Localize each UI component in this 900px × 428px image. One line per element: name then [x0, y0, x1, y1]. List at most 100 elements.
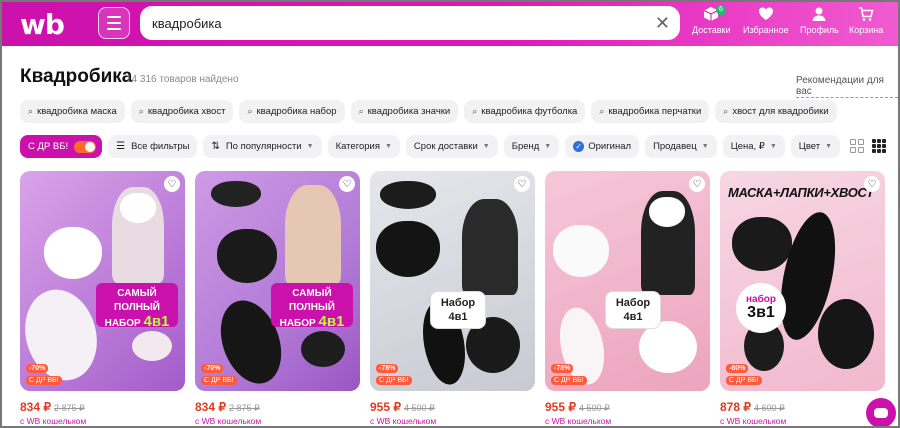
price-row: 834 ₽2 875 ₽ с WB кошельком 834 ₽2 875 ₽ с…	[20, 400, 885, 426]
product-card[interactable]: ♡ САМЫЙ ПОЛНЫЙ НАБОР 4в1 -70% С ДР ВБ!	[20, 171, 185, 391]
promo-badge: С ДР ВБ!	[376, 376, 412, 385]
product-card[interactable]: ♡ САМЫЙ ПОЛНЫЙ НАБОР 4в1 -70% С ДР ВБ!	[195, 171, 360, 391]
suggestion-chip[interactable]: ⌕ квадробика значки	[350, 100, 459, 123]
old-price: 2 875 ₽	[54, 403, 85, 413]
delivery-filter[interactable]: Срок доставки ▼	[405, 135, 498, 158]
wallet-note: с WB кошельком	[20, 416, 87, 426]
search-icon: ⌕	[723, 106, 729, 116]
product-card[interactable]: МАСКА+ЛАПКИ+ХВОСТ ♡ набор 3в1 -80% С ДР …	[720, 171, 885, 391]
promo-toggle[interactable]: С ДР ВБ!	[20, 135, 103, 158]
wallet-note: с WB кошельком	[545, 416, 612, 426]
logo[interactable]: wb	[20, 8, 65, 41]
chat-button[interactable]	[866, 398, 896, 426]
seller-filter[interactable]: Продавец ▼	[645, 135, 717, 158]
product-price: 955 ₽4 500 ₽ с WB кошельком	[545, 400, 710, 426]
suggestion-chip[interactable]: ⌕ квадробика маска	[20, 100, 125, 123]
small-grid-icon[interactable]	[872, 139, 886, 153]
chevron-down-icon: ▼	[306, 143, 314, 150]
nav-favorites[interactable]: Избранное	[743, 6, 789, 42]
clear-search-icon[interactable]: ✕	[655, 13, 670, 33]
original-filter[interactable]: ✓ Оригинал	[565, 135, 640, 158]
search-icon: ⌕	[28, 106, 34, 116]
promo-badge: С ДР ВБ!	[726, 376, 762, 385]
wallet-note: с WB кошельком	[720, 416, 787, 426]
menu-button[interactable]	[98, 7, 130, 39]
check-icon: ✓	[573, 141, 585, 152]
product-promo-overlay: САМЫЙ ПОЛНЫЙ НАБОР 4в1	[271, 283, 353, 329]
deliveries-badge: 6	[716, 5, 726, 15]
search-input[interactable]	[152, 6, 642, 40]
filter-bar: С ДР ВБ! ☰ Все фильтры ⇅ По популярности ▼ …	[20, 135, 841, 158]
old-price: 4 500 ₽	[404, 403, 435, 413]
chevron-down-icon: ▼	[769, 143, 777, 150]
large-grid-icon[interactable]	[850, 139, 864, 153]
search-icon: ⌕	[599, 106, 605, 116]
color-filter[interactable]: Цвет ▼	[790, 135, 841, 158]
nav-label: Корзина	[849, 25, 884, 35]
nav-label: Избранное	[743, 25, 789, 35]
product-promo-overlay: Набор 4в1	[430, 291, 486, 329]
nav-deliveries[interactable]: 6 Доставки	[692, 5, 731, 42]
menu-icon	[107, 16, 121, 18]
header: wb ✕ 6 Доставки Избранное Профиль Корзин…	[2, 2, 898, 46]
favorite-heart-icon[interactable]: ♡	[514, 176, 530, 192]
category-filter[interactable]: Категория ▼	[327, 135, 400, 158]
favorite-heart-icon[interactable]: ♡	[339, 176, 355, 192]
product-price: 878 ₽4 600 ₽ с WB кошельком	[720, 400, 885, 426]
price-filter[interactable]: Цена, ₽ ▼	[722, 135, 785, 158]
page: wb ✕ 6 Доставки Избранное Профиль Корзин…	[0, 0, 900, 428]
nav-profile[interactable]: Профиль	[800, 6, 839, 42]
old-price: 4 600 ₽	[754, 403, 785, 413]
results-count: 14 316 товаров найдено	[126, 74, 239, 85]
search-icon: ⌕	[247, 106, 253, 116]
discount-badge: -70%	[26, 364, 49, 373]
chevron-down-icon: ▼	[384, 143, 392, 150]
search-icon: ⌕	[472, 106, 478, 116]
suggestion-chip[interactable]: ⌕ квадробика хвост	[130, 100, 234, 123]
all-filters-button[interactable]: ☰ Все фильтры	[108, 135, 198, 158]
heart-icon	[758, 7, 773, 20]
chevron-down-icon: ▼	[482, 143, 490, 150]
product-grid: ♡ САМЫЙ ПОЛНЫЙ НАБОР 4в1 -70% С ДР ВБ! ♡…	[20, 171, 885, 391]
product-promo-overlay: Набор 4в1	[605, 291, 661, 329]
search-icon: ⌕	[358, 106, 364, 116]
sort-icon: ⇅	[211, 141, 220, 152]
discount-badge: -78%	[376, 364, 399, 373]
page-title: Квадробика	[20, 66, 133, 87]
product-card[interactable]: ♡ Набор 4в1 -78% С ДР ВБ!	[545, 171, 710, 391]
wallet-note: с WB кошельком	[370, 416, 437, 426]
cart-icon	[859, 7, 874, 21]
old-price: 2 875 ₽	[229, 403, 260, 413]
nav-cart[interactable]: Корзина	[849, 6, 883, 42]
chevron-down-icon: ▼	[701, 143, 709, 150]
product-card[interactable]: ♡ Набор 4в1 -78% С ДР ВБ!	[370, 171, 535, 391]
sort-dropdown[interactable]: ⇅ По популярности ▼	[203, 135, 322, 158]
product-banner: МАСКА+ЛАПКИ+ХВОСТ	[728, 185, 874, 200]
recommendations-link[interactable]: Рекомендации для вас	[796, 75, 898, 98]
view-toggles	[850, 139, 886, 153]
favorite-heart-icon[interactable]: ♡	[864, 176, 880, 192]
suggestion-chip[interactable]: ⌕ квадробика набор	[239, 100, 345, 123]
wallet-note: с WB кошельком	[195, 416, 262, 426]
brand-filter[interactable]: Бренд ▼	[503, 135, 560, 158]
chat-icon	[874, 408, 888, 418]
search-bar: ✕	[140, 6, 680, 40]
sliders-icon: ☰	[116, 141, 126, 152]
nav-label: Доставки	[692, 25, 731, 35]
favorite-heart-icon[interactable]: ♡	[689, 176, 705, 192]
suggestion-chip[interactable]: ⌕ хвост для квадробики	[715, 100, 837, 123]
discount-badge: -80%	[726, 364, 749, 373]
old-price: 4 500 ₽	[579, 403, 610, 413]
user-icon	[812, 7, 826, 21]
toggle-switch[interactable]	[74, 140, 97, 153]
favorite-heart-icon[interactable]: ♡	[164, 176, 180, 192]
chevron-down-icon: ▼	[825, 143, 833, 150]
suggestion-chip[interactable]: ⌕ квадробика перчатки	[591, 100, 710, 123]
product-promo-overlay: набор 3в1	[736, 283, 786, 333]
search-icon: ⌕	[138, 106, 144, 116]
discount-badge: -70%	[201, 364, 224, 373]
suggestion-chip[interactable]: ⌕ квадробика футболка	[464, 100, 586, 123]
product-price: 955 ₽4 500 ₽ с WB кошельком	[370, 400, 535, 426]
promo-badge: С ДР ВБ!	[201, 376, 237, 385]
promo-badge: С ДР ВБ!	[26, 376, 62, 385]
